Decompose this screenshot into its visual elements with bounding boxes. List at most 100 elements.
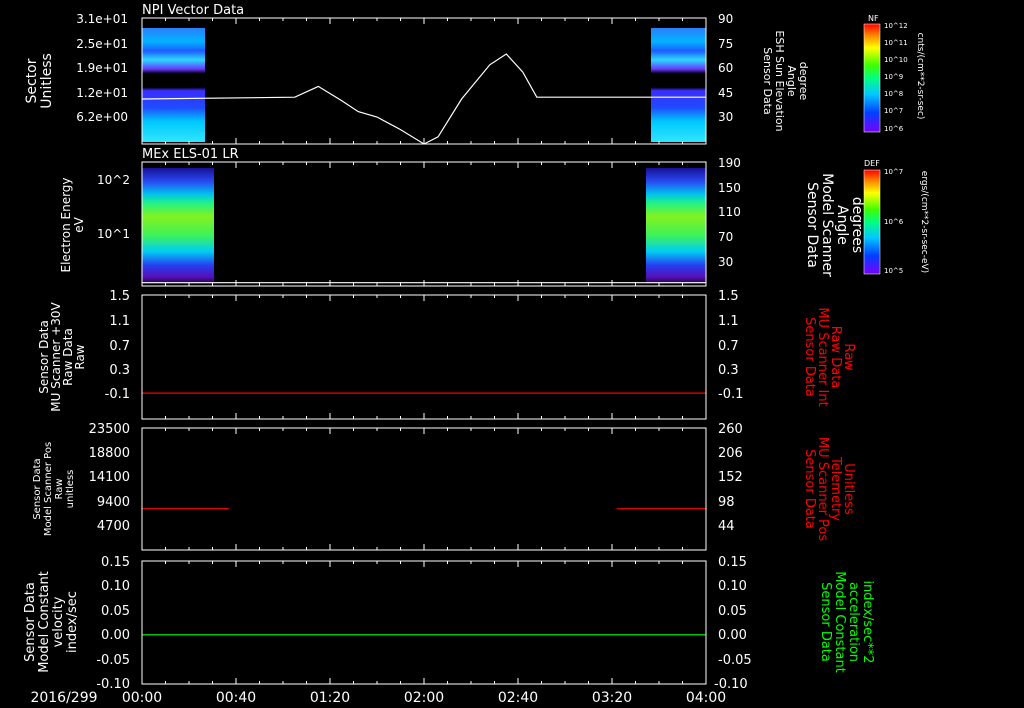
colorbar-2-tag: DEF: [864, 159, 880, 168]
panel-2-right-ticks: 190 150 110 70 30: [718, 156, 741, 269]
colorbar-1-tag: NF: [868, 14, 879, 23]
panel-4-left-label-line: Model Scanner Pos: [43, 442, 54, 536]
panel-5-left-tick: -0.05: [96, 653, 130, 668]
panel-5-right-tick: 0.15: [718, 555, 747, 570]
panel-3-right-tick: 1.1: [718, 314, 739, 329]
panel-2-frame: [141, 161, 707, 287]
panel-2-left-tick: 10^2: [97, 173, 130, 187]
panel-3-left-tick: 0.3: [109, 363, 130, 378]
colorbar-2-tick: 10^7: [884, 168, 903, 176]
panel-3-right-label-line: MU Scanner Int: [815, 307, 830, 406]
panel-1-frame: [141, 17, 707, 145]
panel-5-right-tick: 0.05: [718, 604, 747, 619]
panel-npi-vector-data: NPI Vector Data 3.1e+01 2.5e+01 1.9e+01 …: [24, 3, 810, 145]
colorbar-1-ticks: 10^12 10^11 10^10 10^9 10^8 10^7 10^6: [884, 22, 908, 133]
panel-5-right-label: Sensor Data Model Constant acceleration …: [818, 571, 875, 673]
panel-1-right-label: Sensor Data ESH Sun Elevation Angle degr…: [761, 30, 810, 131]
panel-1-spectrogram-block-2: [651, 28, 706, 142]
panel-3-right-label-line: Raw Data: [828, 326, 843, 389]
panel-1-spectrogram-block-1: [142, 28, 205, 142]
panel-2-right-tick: 150: [718, 181, 741, 195]
panel-2-title: MEx ELS-01 LR: [142, 147, 239, 162]
panel-2-heatmap: [142, 168, 706, 284]
panel-1-left-label: Sector Unitless: [24, 53, 55, 109]
panel-2-right-tick: 30: [718, 255, 733, 269]
panel-3-right-tick: -0.1: [718, 387, 743, 402]
panel-model-constant: 0.15 0.10 0.05 0.00 -0.05 -0.10 0.15 0.1…: [23, 555, 875, 692]
panel-4-right-label-line: Telemetry: [828, 456, 843, 521]
panel-2-right-tick: 70: [718, 230, 733, 244]
panel-1-right-ticks: 90 75 60 45 30: [718, 12, 733, 124]
p1-line-series: [141, 53, 706, 145]
panel-3-left-label: Sensor Data MU Scanner +30V Raw Data Raw: [37, 302, 87, 412]
colorbar-1-scale: [863, 23, 881, 133]
panel-1-left-tick: 1.2e+01: [76, 86, 128, 100]
panel-3-left-tick: 1.5: [109, 289, 130, 304]
time-tick-label: 00:00: [122, 690, 162, 706]
panel-mu-scanner-raw: 1.5 1.1 0.7 0.3 -0.1 1.5 1.1 0.7 0.3 -0.…: [37, 289, 856, 420]
panel-2-spectrogram-block-2: [646, 168, 706, 284]
time-tick-label: 02:40: [498, 690, 538, 706]
panel-2-right-label-line: Angle: [834, 205, 850, 245]
colorbar-1-tick: 10^12: [884, 22, 908, 30]
panel-3-right-label: Sensor Data MU Scanner Int Raw Data Raw: [802, 307, 856, 406]
panel-3-left-tick: 1.1: [109, 314, 130, 329]
panel-5-left-label-line: index/sec: [65, 591, 80, 653]
panel-4-right-label-line: Sensor Data: [802, 449, 817, 529]
panel-4-right-tick: 152: [718, 470, 743, 485]
panel-2-right-label: Sensor Data Model Scanner Angle degrees: [804, 173, 865, 277]
panel-2-right-label-line: degrees: [849, 197, 865, 253]
panel-1-heatmap: [142, 28, 706, 142]
panel-2-right-tick: 110: [718, 205, 741, 219]
colorbar-2-label: ergs/(cm**2-sr-sec-eV): [919, 171, 929, 273]
time-axis: 2016/299 00:00 00:40 01:20 02:00 02:40 0…: [30, 690, 726, 706]
panel-1-right-tick: 30: [718, 110, 733, 124]
panel-1-right-tick: 45: [718, 86, 733, 100]
panel-4-right-label-line: Unitless: [841, 463, 856, 515]
panel-1-right-tick: 60: [718, 61, 733, 75]
panel-5-left-tick: 0.15: [101, 555, 130, 570]
panel-5-right-tick: 0.10: [718, 579, 747, 594]
panel-mex-els: MEx ELS-01 LR 10^2 10^1 190 150 110 70 3…: [59, 147, 865, 287]
panel-1-left-ticks: 3.1e+01 2.5e+01 1.9e+01 1.2e+01 6.2e+00: [76, 12, 128, 124]
panel-5-left-label-line: velocity: [51, 596, 66, 647]
panel-5-left-label-line: Model Constant: [37, 571, 52, 673]
colorbar-2-scale: [863, 169, 881, 275]
multi-panel-chart: NPI Vector Data 3.1e+01 2.5e+01 1.9e+01 …: [23, 3, 929, 706]
colorbar-1-label: cnts/(cm**2-sr-sec): [915, 33, 925, 120]
panel-4-right-tick: 206: [718, 446, 743, 461]
panel-3-left-tick: -0.1: [105, 387, 130, 402]
panel-2-left-label-line: Electron Energy: [59, 177, 73, 272]
panel-4-frame: [141, 427, 707, 551]
panel-5-left-tick: 0.05: [101, 604, 130, 619]
time-tick-label: 02:00: [404, 690, 444, 706]
panel-1-left-label-line: Unitless: [39, 53, 55, 109]
colorbar-1-tick: 10^10: [884, 56, 908, 64]
colorbar-1-tick: 10^7: [884, 107, 903, 115]
panel-5-right-label-line: index/sec**2: [860, 580, 875, 663]
panel-2-spectrogram-block-1: [142, 168, 214, 284]
panel-2-left-tick: 10^1: [97, 227, 130, 241]
panel-4-right-tick: 44: [718, 519, 735, 534]
colorbar-1-tick: 10^6: [884, 125, 904, 133]
time-tick-label: 03:20: [592, 690, 632, 706]
panel-5-right-tick: -0.05: [718, 653, 752, 668]
panel-1-title: NPI Vector Data: [142, 3, 244, 18]
panel-4-left-tick: 23500: [89, 422, 130, 437]
colorbar-2-tick: 10^5: [884, 267, 903, 275]
panel-3-frame: [141, 294, 707, 420]
panel-1-right-label-line: ESH Sun Elevation: [773, 30, 786, 131]
panel-1-right-label-line: Angle: [785, 65, 798, 97]
panel-1-left-tick: 6.2e+00: [76, 110, 128, 124]
panel-4-left-tick: 18800: [89, 446, 130, 461]
time-tick-label: 01:20: [310, 690, 350, 706]
panel-1-left-tick: 2.5e+01: [76, 37, 128, 51]
colorbar-1-tick: 10^9: [884, 73, 903, 81]
panel-5-right-label-line: Model Constant: [832, 571, 847, 673]
panel-5-left-tick: 0.10: [101, 579, 130, 594]
panel-3-left-ticks: 1.5 1.1 0.7 0.3 -0.1: [105, 289, 130, 402]
colorbar-1-tick: 10^8: [884, 90, 903, 98]
panel-5-left-label: Sensor Data Model Constant velocity inde…: [23, 571, 80, 673]
panel-4-left-label: Sensor Data Model Scanner Pos Raw unitle…: [32, 442, 76, 536]
panel-2-right-tick: 190: [718, 156, 741, 170]
